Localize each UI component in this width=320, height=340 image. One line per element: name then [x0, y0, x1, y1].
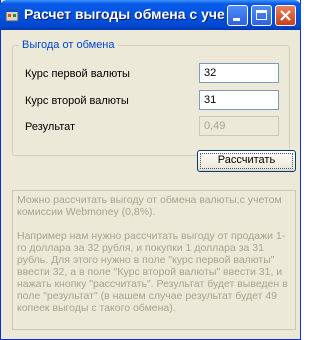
result-label: Результат — [25, 121, 76, 133]
calculate-button[interactable]: Рассчитать — [197, 150, 296, 172]
app-icon[interactable] — [5, 8, 19, 22]
main-window: Расчет выгоды обмена с учет... Выгода от… — [0, 0, 301, 340]
groupbox-legend: Выгода от обмена — [19, 39, 118, 51]
second-rate-label: Курс второй валюты — [25, 95, 129, 107]
maximize-icon — [256, 10, 267, 20]
title-bar[interactable]: Расчет выгоды обмена с учет... — [0, 0, 301, 30]
minimize-button[interactable] — [227, 5, 248, 26]
calculate-button-label: Рассчитать — [217, 154, 276, 166]
description-paragraph-2: Например нам нужно рассчитать выгоду от … — [17, 230, 291, 314]
minimize-icon — [233, 18, 240, 21]
description-textarea[interactable]: Можно рассчитать выгоду от обмена валюты… — [12, 190, 296, 330]
first-rate-input[interactable]: 32 — [199, 63, 279, 83]
second-rate-input[interactable]: 31 — [199, 90, 279, 110]
close-button[interactable] — [275, 5, 296, 26]
close-icon — [280, 10, 291, 21]
maximize-button[interactable] — [251, 5, 272, 26]
result-field: 0,49 — [199, 116, 279, 136]
window-title: Расчет выгоды обмена с учет... — [24, 6, 224, 22]
first-rate-label: Курс первой валюты — [25, 68, 130, 80]
description-paragraph-1: Можно рассчитать выгоду от обмена валюты… — [17, 194, 285, 218]
